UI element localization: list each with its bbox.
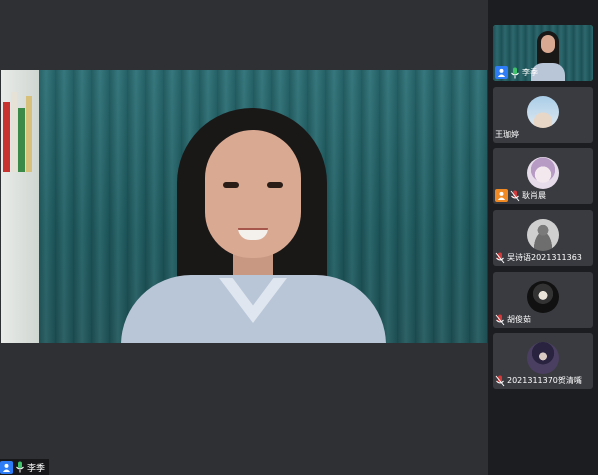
user-icon (495, 66, 508, 79)
participant-tile-1[interactable]: 李季 (493, 25, 593, 81)
participant-avatar (527, 219, 559, 251)
participant-label: 王珈婷 (495, 128, 519, 141)
participant-tile-5[interactable]: 胡俊茹 (493, 272, 593, 328)
participant-tile-6[interactable]: 2021311370贺清嘴 (493, 333, 593, 389)
main-speaker-label: 李季 (0, 459, 50, 475)
mic-muted-icon (510, 190, 520, 201)
mic-muted-icon (495, 314, 505, 325)
user-icon (495, 189, 508, 202)
active-speaker-video[interactable] (1, 70, 487, 343)
participant-label: 胡俊茹 (495, 313, 531, 326)
participant-name: 吴诗语2021311363 (507, 253, 582, 262)
speaker-eye-left (223, 182, 239, 188)
participant-tile-2[interactable]: 王珈婷 (493, 87, 593, 143)
participant-sidebar: 李季 王珈婷 耿肖晨 吴诗语2021311363 胡俊茹 2021311370贺… (488, 0, 598, 475)
mic-on-icon (16, 461, 24, 473)
participant-name: 耿肖晨 (522, 191, 546, 200)
mic-on-icon (511, 67, 519, 78)
participant-label: 吴诗语2021311363 (495, 251, 582, 264)
participant-avatar (527, 342, 559, 374)
participant-tile-3[interactable]: 耿肖晨 (493, 148, 593, 204)
participant-label: 2021311370贺清嘴 (495, 374, 582, 387)
participant-avatar (527, 157, 559, 189)
participant-name: 胡俊茹 (507, 315, 531, 324)
participant-avatar (527, 281, 559, 313)
main-video-stage: 李季 (0, 0, 488, 475)
participant-label: 李季 (495, 66, 538, 79)
participant-label: 耿肖晨 (495, 189, 546, 202)
main-speaker-name: 李季 (27, 463, 46, 474)
participant-name: 2021311370贺清嘴 (507, 376, 582, 385)
bookshelf (1, 70, 39, 343)
mic-muted-icon (495, 252, 505, 263)
speaker-eye-right (267, 182, 283, 188)
user-icon (0, 460, 13, 474)
mic-muted-icon (495, 375, 505, 386)
participant-tile-4[interactable]: 吴诗语2021311363 (493, 210, 593, 266)
participant-avatar (527, 96, 559, 128)
participant-name: 王珈婷 (495, 130, 519, 139)
participant-name: 李季 (522, 68, 538, 77)
